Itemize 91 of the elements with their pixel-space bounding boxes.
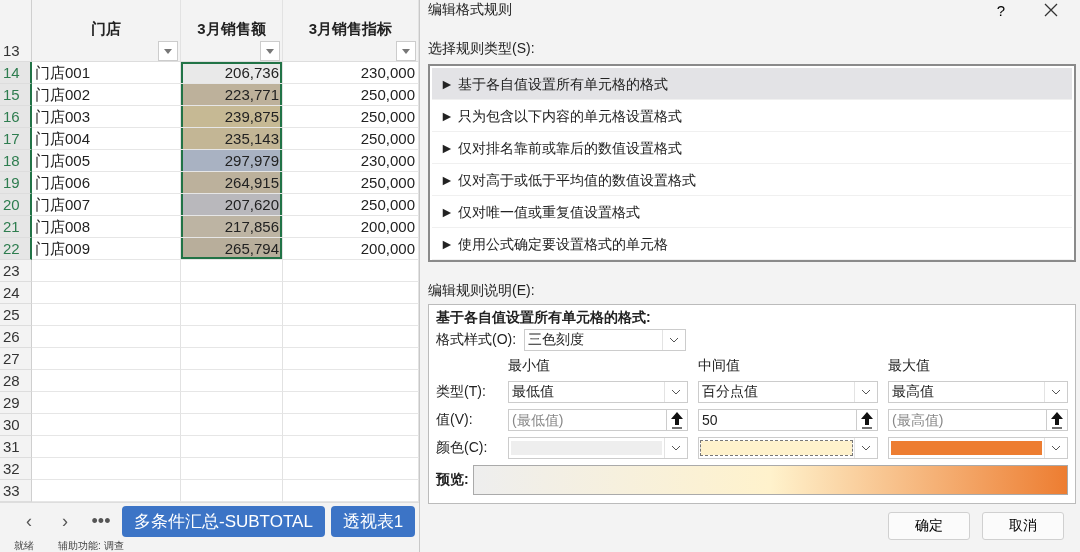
type-dropdown[interactable]: 最高值 bbox=[888, 381, 1068, 403]
row-number: 33 bbox=[0, 480, 32, 502]
color-dropdown[interactable] bbox=[888, 437, 1068, 459]
value-field[interactable]: 50 bbox=[698, 409, 856, 431]
column-heading: 3月销售额 bbox=[197, 20, 266, 39]
table-cell: 264,915 bbox=[181, 172, 283, 194]
row-number: 21 bbox=[0, 216, 32, 238]
chevron-down-icon bbox=[669, 337, 680, 343]
row-number: 17 bbox=[0, 128, 32, 150]
row-number: 25 bbox=[0, 304, 32, 326]
row-number: 30 bbox=[0, 414, 32, 436]
section-label: 选择规则类型(S): bbox=[428, 40, 536, 58]
sheet-nav-button[interactable]: ••• bbox=[86, 511, 116, 532]
sheet-tab[interactable]: 透视表1 bbox=[330, 506, 416, 537]
help-button[interactable]: ? bbox=[976, 1, 1026, 19]
table-cell: 239,875 bbox=[181, 106, 283, 128]
field-label: 类型(T): bbox=[436, 383, 487, 401]
close-icon bbox=[1044, 3, 1058, 17]
value-field[interactable]: (最高值) bbox=[888, 409, 1046, 431]
range-select-button[interactable] bbox=[1046, 409, 1068, 431]
sheet-tab[interactable]: 多条件汇总-SUBTOTAL bbox=[122, 506, 325, 537]
row-number: 27 bbox=[0, 348, 32, 370]
row-number: 24 bbox=[0, 282, 32, 304]
dialog-button[interactable]: 取消 bbox=[982, 512, 1064, 540]
column-heading: 中间值 bbox=[698, 357, 741, 375]
caret-icon bbox=[266, 48, 274, 54]
field-label: 值(V): bbox=[436, 411, 474, 429]
type-dropdown[interactable]: 最低值 bbox=[508, 381, 688, 403]
section-label: 编辑规则说明(E): bbox=[428, 282, 536, 300]
row-number: 29 bbox=[0, 392, 32, 414]
row-number: 23 bbox=[0, 260, 32, 282]
row-number: 31 bbox=[0, 436, 32, 458]
column-heading: 门店 bbox=[91, 20, 121, 39]
field-label: 格式样式(O): bbox=[436, 331, 517, 349]
preview-label: 预览: bbox=[436, 471, 469, 489]
row-number: 18 bbox=[0, 150, 32, 172]
row-number: 26 bbox=[0, 326, 32, 348]
row-number: 20 bbox=[0, 194, 32, 216]
range-select-button[interactable] bbox=[856, 409, 878, 431]
rule-type-item[interactable]: ► 使用公式确定要设置格式的单元格 bbox=[432, 228, 1072, 260]
caret-icon bbox=[164, 48, 172, 54]
rule-type-item[interactable]: ► 基于各自值设置所有单元格的格式 bbox=[432, 68, 1072, 100]
chevron-down-icon bbox=[1051, 445, 1061, 451]
filter-button[interactable] bbox=[260, 41, 280, 61]
caret-icon bbox=[402, 48, 410, 54]
column-heading: 最大值 bbox=[888, 357, 931, 375]
chevron-down-icon bbox=[671, 445, 681, 451]
table-cell: 206,736 bbox=[181, 62, 283, 84]
value-field[interactable]: (最低值) bbox=[508, 409, 666, 431]
column-heading: 最小值 bbox=[508, 357, 551, 375]
rule-type-item[interactable]: ► 仅对高于或低于平均值的数值设置格式 bbox=[432, 164, 1072, 196]
status-text: 就绪 bbox=[14, 540, 34, 552]
table-cell: 217,856 bbox=[181, 216, 283, 238]
row-number: 16 bbox=[0, 106, 32, 128]
arrow-up-icon bbox=[670, 411, 684, 429]
dialog-button[interactable]: 确定 bbox=[888, 512, 970, 540]
sheet-nav-button[interactable]: ‹ bbox=[14, 511, 44, 532]
row-number: 15 bbox=[0, 84, 32, 106]
sheet-nav-button[interactable]: › bbox=[50, 511, 80, 532]
description-title: 基于各自值设置所有单元格的格式: bbox=[436, 309, 652, 327]
range-select-button[interactable] bbox=[666, 409, 688, 431]
chevron-down-icon bbox=[861, 445, 871, 451]
rule-type-item[interactable]: ► 仅对排名靠前或靠后的数值设置格式 bbox=[432, 132, 1072, 164]
chevron-down-icon bbox=[1051, 389, 1061, 395]
chevron-down-icon bbox=[671, 389, 681, 395]
table-cell: 297,979 bbox=[181, 150, 283, 172]
style-dropdown[interactable]: 三色刻度 bbox=[524, 329, 687, 351]
rule-type-item[interactable]: ► 仅对唯一值或重复值设置格式 bbox=[432, 196, 1072, 228]
chevron-down-icon bbox=[861, 389, 871, 395]
filter-button[interactable] bbox=[396, 41, 416, 61]
row-number: 32 bbox=[0, 458, 32, 480]
color-dropdown[interactable] bbox=[698, 437, 878, 459]
column-heading: 3月销售指标 bbox=[308, 20, 393, 39]
dialog-title: 编辑格式规则 bbox=[428, 1, 513, 19]
arrow-up-icon bbox=[860, 411, 874, 429]
row-number: 19 bbox=[0, 172, 32, 194]
row-number: 13 bbox=[0, 0, 32, 62]
table-cell: 235,143 bbox=[181, 128, 283, 150]
type-dropdown[interactable]: 百分点值 bbox=[698, 381, 878, 403]
color-dropdown[interactable] bbox=[508, 437, 688, 459]
row-number: 28 bbox=[0, 370, 32, 392]
table-cell: 265,794 bbox=[181, 238, 283, 260]
rule-type-item[interactable]: ► 只为包含以下内容的单元格设置格式 bbox=[432, 100, 1072, 132]
field-label: 颜色(C): bbox=[436, 439, 489, 457]
status-text: 辅助功能: 调查 bbox=[58, 540, 124, 552]
arrow-up-icon bbox=[1050, 411, 1064, 429]
table-cell: 207,620 bbox=[181, 194, 283, 216]
row-number: 22 bbox=[0, 238, 32, 260]
filter-button[interactable] bbox=[158, 41, 178, 61]
row-number: 14 bbox=[0, 62, 32, 84]
table-cell: 223,771 bbox=[181, 84, 283, 106]
